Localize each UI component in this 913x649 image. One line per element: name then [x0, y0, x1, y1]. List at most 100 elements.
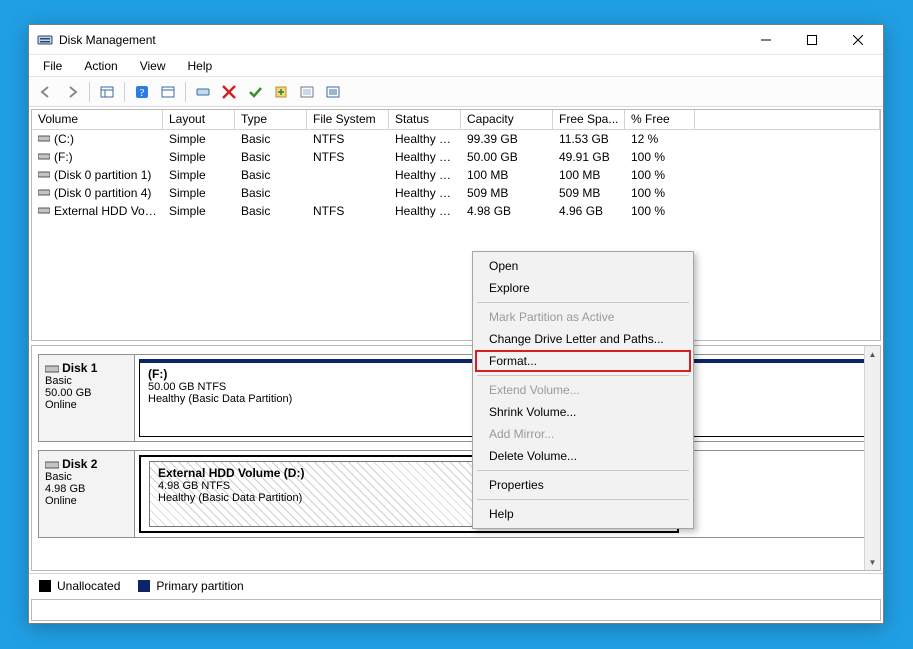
status-bar [31, 599, 881, 621]
cell-status: Healthy (E... [389, 168, 461, 182]
cm-help[interactable]: Help [475, 503, 691, 525]
volume-list-body: (C:)SimpleBasicNTFSHealthy (B...99.39 GB… [32, 130, 880, 220]
cell-capacity: 100 MB [461, 168, 553, 182]
col-rest[interactable] [695, 110, 880, 129]
cell-status: Healthy (B... [389, 204, 461, 218]
cell-status: Healthy (B... [389, 132, 461, 146]
cell-volume: External HDD Volu... [32, 204, 163, 218]
cm-change-drive-letter[interactable]: Change Drive Letter and Paths... [475, 328, 691, 350]
cm-delete-volume[interactable]: Delete Volume... [475, 445, 691, 467]
app-icon [37, 32, 53, 48]
cell-pct: 100 % [625, 186, 695, 200]
title-bar: Disk Management [29, 25, 883, 55]
cell-layout: Simple [163, 168, 235, 182]
toolbar-separator [124, 82, 125, 102]
volume-row[interactable]: (C:)SimpleBasicNTFSHealthy (B...99.39 GB… [32, 130, 880, 148]
cm-mark-active: Mark Partition as Active [475, 306, 691, 328]
col-status[interactable]: Status [389, 110, 461, 129]
scroll-down-icon[interactable]: ▼ [865, 554, 880, 570]
cell-volume: (C:) [32, 132, 163, 146]
cell-fs: NTFS [307, 204, 389, 218]
action-icon[interactable] [269, 80, 293, 104]
list-icon[interactable] [321, 80, 345, 104]
help-button[interactable]: ? [130, 80, 154, 104]
cm-separator [477, 375, 689, 376]
cell-layout: Simple [163, 204, 235, 218]
cell-type: Basic [235, 204, 307, 218]
cell-type: Basic [235, 186, 307, 200]
col-type[interactable]: Type [235, 110, 307, 129]
cm-separator [477, 470, 689, 471]
cell-capacity: 99.39 GB [461, 132, 553, 146]
cm-open[interactable]: Open [475, 255, 691, 277]
cell-free: 4.96 GB [553, 204, 625, 218]
col-capacity[interactable]: Capacity [461, 110, 553, 129]
vertical-scrollbar[interactable]: ▲ ▼ [864, 346, 880, 570]
menu-help[interactable]: Help [178, 57, 223, 75]
cell-free: 49.91 GB [553, 150, 625, 164]
disk-type: Basic [45, 471, 72, 483]
legend-unallocated: Unallocated [39, 579, 120, 593]
settings-icon[interactable] [295, 80, 319, 104]
disk-info[interactable]: Disk 2 Basic 4.98 GB Online [39, 451, 135, 537]
toolbar: ? [29, 77, 883, 107]
menu-view[interactable]: View [130, 57, 176, 75]
minimize-button[interactable] [743, 25, 789, 55]
cell-capacity: 509 MB [461, 186, 553, 200]
cm-explore[interactable]: Explore [475, 277, 691, 299]
disk-row-disk2: Disk 2 Basic 4.98 GB Online External HDD… [38, 450, 874, 538]
cell-capacity: 4.98 GB [461, 204, 553, 218]
cell-status: Healthy (B... [389, 150, 461, 164]
volume-row[interactable]: (F:)SimpleBasicNTFSHealthy (B...50.00 GB… [32, 148, 880, 166]
cell-free: 11.53 GB [553, 132, 625, 146]
volume-row[interactable]: (Disk 0 partition 4)SimpleBasicHealthy (… [32, 184, 880, 202]
disk-status: Online [45, 495, 77, 507]
cell-layout: Simple [163, 132, 235, 146]
cell-free: 509 MB [553, 186, 625, 200]
cell-pct: 100 % [625, 168, 695, 182]
legend-primary: Primary partition [138, 579, 243, 593]
volume-row[interactable]: External HDD Volu...SimpleBasicNTFSHealt… [32, 202, 880, 220]
cm-shrink-volume[interactable]: Shrink Volume... [475, 401, 691, 423]
toolbar-separator [185, 82, 186, 102]
context-menu: Open Explore Mark Partition as Active Ch… [472, 251, 694, 529]
scroll-up-icon[interactable]: ▲ [865, 346, 880, 362]
cm-separator [477, 302, 689, 303]
disk-info[interactable]: Disk 1 Basic 50.00 GB Online [39, 355, 135, 441]
disk-name: Disk 1 [62, 361, 97, 375]
cell-type: Basic [235, 132, 307, 146]
disk-icon [45, 363, 59, 375]
cm-format[interactable]: Format... [475, 350, 691, 372]
detail-pane-button[interactable] [156, 80, 180, 104]
col-volume[interactable]: Volume [32, 110, 163, 129]
toolbar-separator [89, 82, 90, 102]
col-layout[interactable]: Layout [163, 110, 235, 129]
menu-file[interactable]: File [33, 57, 72, 75]
window-controls [743, 25, 881, 55]
col-free[interactable]: Free Spa... [553, 110, 625, 129]
close-button[interactable] [835, 25, 881, 55]
cell-pct: 100 % [625, 150, 695, 164]
show-hide-tree-button[interactable] [95, 80, 119, 104]
col-fs[interactable]: File System [307, 110, 389, 129]
window-title: Disk Management [59, 33, 743, 47]
disk-icon [45, 459, 59, 471]
forward-button[interactable] [60, 80, 84, 104]
cm-properties[interactable]: Properties [475, 474, 691, 496]
disk-status: Online [45, 399, 77, 411]
check-icon[interactable] [243, 80, 267, 104]
menu-bar: File Action View Help [29, 55, 883, 77]
col-pct[interactable]: % Free [625, 110, 695, 129]
disk-name: Disk 2 [62, 457, 97, 471]
cell-type: Basic [235, 150, 307, 164]
cell-fs: NTFS [307, 132, 389, 146]
back-button[interactable] [34, 80, 58, 104]
cm-add-mirror: Add Mirror... [475, 423, 691, 445]
maximize-button[interactable] [789, 25, 835, 55]
cell-free: 100 MB [553, 168, 625, 182]
menu-action[interactable]: Action [74, 57, 127, 75]
delete-icon[interactable] [217, 80, 241, 104]
legend: Unallocated Primary partition [29, 573, 883, 597]
refresh-button[interactable] [191, 80, 215, 104]
volume-row[interactable]: (Disk 0 partition 1)SimpleBasicHealthy (… [32, 166, 880, 184]
